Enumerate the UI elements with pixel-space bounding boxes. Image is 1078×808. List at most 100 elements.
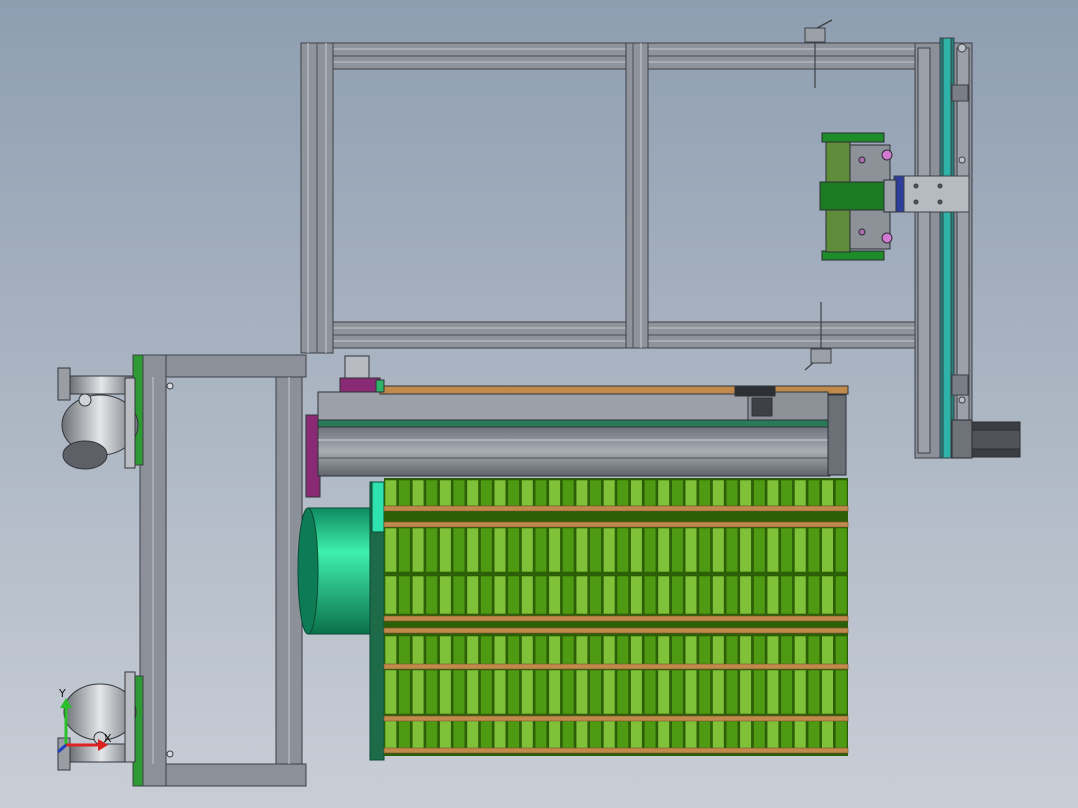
- battery-cell: [616, 635, 629, 667]
- battery-cell: [698, 635, 711, 667]
- battery-cell: [439, 717, 452, 751]
- battery-cell: [439, 575, 452, 615]
- battery-cell: [480, 575, 493, 615]
- servo-motor[interactable]: [951, 419, 1021, 459]
- battery-cell: [480, 717, 493, 751]
- battery-cell: [534, 669, 547, 715]
- battery-cell: [493, 575, 507, 615]
- battery-cell: [562, 635, 575, 667]
- battery-cell: [534, 479, 547, 507]
- battery-cell: [452, 527, 466, 573]
- battery-cell: [466, 717, 479, 751]
- vertical-belt-axis[interactable]: [914, 37, 973, 459]
- battery-cell: [684, 669, 698, 715]
- battery-cell: [411, 717, 425, 751]
- battery-cell: [616, 717, 629, 751]
- battery-cell: [807, 635, 820, 667]
- triad-y-label: Y: [58, 687, 66, 700]
- battery-cell: [548, 669, 561, 715]
- battery-cell: [821, 635, 834, 667]
- battery-cell: [821, 717, 834, 751]
- battery-cell: [562, 527, 575, 573]
- tray-rod: [383, 521, 849, 528]
- battery-cell: [630, 575, 643, 615]
- battery-cell: [548, 479, 561, 507]
- battery-cell: [466, 669, 479, 715]
- battery-cell: [643, 479, 657, 507]
- battery-cell: [466, 527, 479, 573]
- battery-cell: [616, 669, 629, 715]
- battery-cell: [725, 635, 739, 667]
- battery-cell: [507, 527, 520, 573]
- battery-cell: [493, 717, 507, 751]
- caster-top: [57, 367, 139, 470]
- battery-cell: [794, 575, 807, 615]
- battery-cell: [766, 635, 779, 667]
- battery-cell: [780, 717, 793, 751]
- battery-cell: [411, 527, 425, 573]
- battery-cell: [616, 527, 629, 573]
- battery-cell: [725, 527, 739, 573]
- battery-cell: [589, 479, 602, 507]
- battery-cell: [712, 635, 725, 667]
- battery-cell: [439, 669, 452, 715]
- battery-cell: [684, 635, 698, 667]
- battery-cell: [521, 479, 534, 507]
- battery-cell: [725, 479, 739, 507]
- battery-cell: [589, 717, 602, 751]
- battery-cell: [425, 669, 438, 715]
- battery-cell: [589, 527, 602, 573]
- tray-rod: [383, 615, 849, 622]
- battery-cell: [452, 717, 466, 751]
- battery-cell: [739, 635, 752, 667]
- battery-cell: [794, 527, 807, 573]
- battery-cell: [807, 527, 820, 573]
- gripper-assembly[interactable]: [819, 132, 897, 261]
- battery-cell: [739, 717, 752, 751]
- battery-cell: [384, 575, 397, 615]
- battery-cell: [643, 527, 657, 573]
- battery-cell: [712, 527, 725, 573]
- battery-cell: [425, 527, 438, 573]
- battery-cell: [562, 479, 575, 507]
- battery-cell: [821, 575, 834, 615]
- battery-cell: [657, 717, 670, 751]
- battery-cell: [739, 575, 752, 615]
- battery-cell: [753, 527, 766, 573]
- battery-cell: [575, 527, 588, 573]
- battery-cell: [753, 717, 766, 751]
- battery-cell: [493, 669, 507, 715]
- battery-cell: [425, 717, 438, 751]
- battery-cell: [562, 575, 575, 615]
- battery-cell: [548, 575, 561, 615]
- battery-cell: [589, 635, 602, 667]
- battery-cell: [439, 635, 452, 667]
- battery-cell: [589, 575, 602, 615]
- battery-cell: [603, 717, 616, 751]
- battery-cell: [630, 479, 643, 507]
- battery-cell: [425, 635, 438, 667]
- battery-cell: [452, 479, 466, 507]
- battery-cell: [507, 669, 520, 715]
- battery-cell: [480, 527, 493, 573]
- battery-cell: [452, 669, 466, 715]
- battery-cell: [684, 575, 698, 615]
- battery-cell: [835, 527, 848, 573]
- battery-cell: [698, 527, 711, 573]
- battery-cell: [766, 717, 779, 751]
- tray-rod: [383, 715, 849, 722]
- battery-cell: [821, 527, 834, 573]
- battery-cell: [671, 669, 684, 715]
- cad-viewport[interactable]: Y X: [0, 0, 1078, 808]
- battery-cell: [411, 575, 425, 615]
- battery-tray[interactable]: [383, 478, 849, 756]
- battery-cell: [384, 479, 397, 507]
- battery-cell: [657, 527, 670, 573]
- battery-cell: [766, 527, 779, 573]
- battery-cell: [480, 635, 493, 667]
- battery-cell: [780, 669, 793, 715]
- battery-cell: [534, 527, 547, 573]
- battery-cell: [643, 717, 657, 751]
- battery-cell: [753, 635, 766, 667]
- belt-carriage[interactable]: [893, 175, 970, 213]
